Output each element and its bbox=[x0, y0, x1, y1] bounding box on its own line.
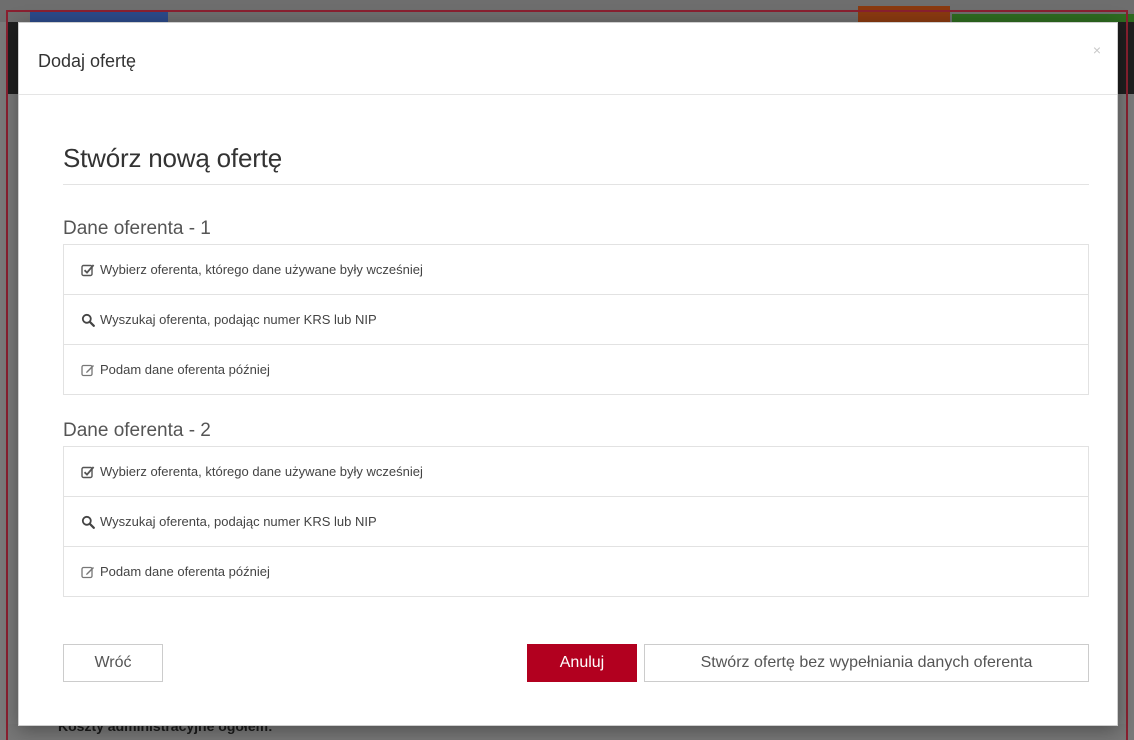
checkbox-checked-icon bbox=[81, 263, 95, 276]
close-icon[interactable]: × bbox=[1093, 43, 1101, 57]
option-choose-previous[interactable]: Wybierz oferenta, którego dane używane b… bbox=[64, 447, 1088, 496]
edit-icon bbox=[81, 566, 94, 578]
option-label: Wyszukaj oferenta, podając numer KRS lub… bbox=[100, 514, 377, 529]
option-search-krs-nip[interactable]: Wyszukaj oferenta, podając numer KRS lub… bbox=[64, 496, 1088, 546]
option-label: Wyszukaj oferenta, podając numer KRS lub… bbox=[100, 312, 377, 327]
background-border-top bbox=[6, 10, 1128, 12]
option-label: Podam dane oferenta później bbox=[100, 564, 270, 579]
option-choose-previous[interactable]: Wybierz oferenta, którego dane używane b… bbox=[64, 245, 1088, 294]
checkbox-checked-icon bbox=[81, 465, 95, 478]
option-provide-later[interactable]: Podam dane oferenta później bbox=[64, 344, 1088, 394]
option-provide-later[interactable]: Podam dane oferenta później bbox=[64, 546, 1088, 596]
option-label: Wybierz oferenta, którego dane używane b… bbox=[100, 464, 423, 479]
section-heading: Stwórz nową ofertę bbox=[63, 143, 1089, 185]
option-label: Podam dane oferenta później bbox=[100, 362, 270, 377]
offeror-group-1-options: Wybierz oferenta, którego dane używane b… bbox=[63, 244, 1089, 395]
create-without-offeror-button[interactable]: Stwórz ofertę bez wypełniania danych ofe… bbox=[644, 644, 1089, 682]
option-search-krs-nip[interactable]: Wyszukaj oferenta, podając numer KRS lub… bbox=[64, 294, 1088, 344]
cancel-button[interactable]: Anuluj bbox=[527, 644, 637, 682]
offeror-group-2-options: Wybierz oferenta, którego dane używane b… bbox=[63, 446, 1089, 597]
background-border-left bbox=[6, 10, 8, 740]
background-border-right bbox=[1126, 10, 1128, 740]
edit-icon bbox=[81, 364, 94, 376]
offeror-group-2-heading: Dane oferenta - 2 bbox=[63, 420, 211, 441]
option-label: Wybierz oferenta, którego dane używane b… bbox=[100, 262, 423, 277]
modal-title: Dodaj ofertę bbox=[38, 51, 137, 71]
modal-header: Dodaj ofertę × bbox=[19, 23, 1117, 95]
add-offer-modal: Dodaj ofertę × Stwórz nową ofertę Dane o… bbox=[18, 22, 1118, 726]
modal-body: Stwórz nową ofertę Dane oferenta - 1 Wyb… bbox=[63, 95, 1089, 597]
modal-footer: Wróć Anuluj Stwórz ofertę bez wypełniani… bbox=[63, 644, 1089, 682]
search-icon bbox=[81, 313, 95, 327]
search-icon bbox=[81, 515, 95, 529]
offeror-group-1-heading: Dane oferenta - 1 bbox=[63, 218, 211, 239]
back-button[interactable]: Wróć bbox=[63, 644, 163, 682]
